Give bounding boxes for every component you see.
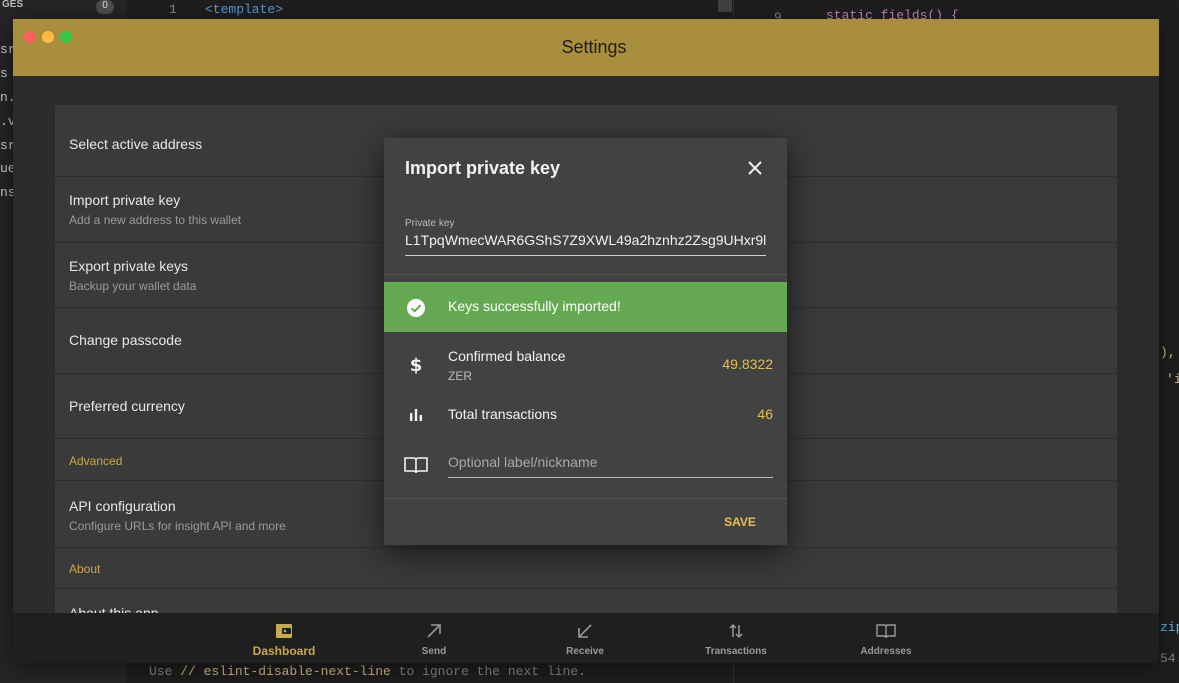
balance-label: Confirmed balance xyxy=(448,348,566,364)
svg-text:$: $ xyxy=(410,355,423,375)
success-banner: Keys successfully imported! xyxy=(384,282,787,332)
nav-dashboard[interactable]: Dashboard xyxy=(229,613,339,663)
divider xyxy=(384,274,787,275)
ide-file[interactable]: ue xyxy=(0,161,14,176)
ide-terminal-line: Use // eslint-disable-next-line to ignor… xyxy=(127,663,733,683)
nav-label: Send xyxy=(421,646,447,657)
ide-code-fragment: 54. xyxy=(1160,651,1179,666)
ide-file[interactable]: ns xyxy=(0,185,14,200)
transactions-row: Total transactions 46 xyxy=(384,396,787,432)
save-button[interactable]: SAVE xyxy=(708,512,772,532)
swap-vertical-icon xyxy=(729,623,743,639)
settings-item-about[interactable]: About this app xyxy=(55,588,1117,613)
ide-code-fragment: 'i xyxy=(1166,372,1179,387)
settings-item-label: About this app xyxy=(69,605,159,613)
nav-label: Receive xyxy=(566,646,604,657)
bottom-navigation: Dashboard Send Receive Transactions Addr… xyxy=(13,613,1159,663)
private-key-input[interactable]: L1TpqWmecWAR6GShS7Z9XWL49a2hznhz2Zsg9UHx… xyxy=(405,232,766,256)
balance-value: 49.8322 xyxy=(722,356,773,372)
private-key-label: Private key xyxy=(405,218,455,229)
bar-chart-icon xyxy=(410,409,422,421)
ide-line-number: 1 xyxy=(169,2,177,17)
balance-currency: ZER xyxy=(448,369,472,383)
import-key-dialog: Import private key Private key L1TpqWmec… xyxy=(384,138,787,545)
section-advanced-header: Advanced xyxy=(69,454,123,468)
nav-addresses[interactable]: Addresses xyxy=(831,613,941,663)
settings-item-sublabel: Add a new address to this wallet xyxy=(69,213,242,227)
settings-item-sublabel: Backup your wallet data xyxy=(69,279,197,293)
book-icon xyxy=(876,624,896,639)
ide-terminal-text: to ignore the next line. xyxy=(390,664,586,679)
transactions-value: 46 xyxy=(757,406,773,422)
check-circle-icon xyxy=(407,299,425,317)
ide-file[interactable]: src xyxy=(0,138,14,153)
window-title: Settings xyxy=(561,37,627,57)
transactions-label: Total transactions xyxy=(448,406,557,422)
settings-item-label: Export private keys xyxy=(69,258,189,274)
close-icon[interactable] xyxy=(743,156,767,180)
nav-label: Dashboard xyxy=(252,644,316,658)
ide-terminal-keyword: // eslint-disable-next-line xyxy=(180,664,391,679)
ide-file[interactable]: .v xyxy=(0,114,14,129)
ide-editor: 1 <template> xyxy=(127,0,733,20)
settings-item-label: Import private key xyxy=(69,192,181,208)
book-icon xyxy=(404,457,428,474)
settings-item-label: Select active address xyxy=(69,136,203,152)
balance-row: $ Confirmed balance ZER 49.8322 xyxy=(384,338,787,392)
ide-scrollbar[interactable] xyxy=(718,0,732,12)
nickname-input[interactable]: Optional label/nickname xyxy=(448,454,773,478)
arrow-up-right-icon xyxy=(427,624,441,638)
dollar-icon: $ xyxy=(410,355,423,375)
ide-file[interactable]: sr xyxy=(0,42,14,57)
arrow-down-left-icon xyxy=(578,624,592,638)
ide-badge: 0 xyxy=(96,0,114,14)
nav-label: Addresses xyxy=(860,646,912,657)
dialog-title: Import private key xyxy=(405,158,561,178)
nav-send[interactable]: Send xyxy=(379,613,489,663)
settings-item-label: Change passcode xyxy=(69,332,182,348)
nav-transactions[interactable]: Transactions xyxy=(681,613,791,663)
divider xyxy=(384,498,787,499)
nav-label: Transactions xyxy=(705,646,767,657)
ide-file[interactable]: s xyxy=(0,66,14,81)
settings-item-label: Preferred currency xyxy=(69,398,185,414)
nav-receive[interactable]: Receive xyxy=(530,613,640,663)
ide-file[interactable]: n.j xyxy=(0,90,14,105)
ide-code-fragment: zip xyxy=(1160,620,1179,635)
ide-terminal-text: Use xyxy=(149,664,181,679)
ide-code-fragment: ), xyxy=(1160,345,1176,360)
titlebar[interactable]: Settings xyxy=(13,19,1159,76)
wallet-icon xyxy=(276,624,292,638)
success-message: Keys successfully imported! xyxy=(448,298,621,314)
settings-item-label: API configuration xyxy=(69,498,176,514)
section-about-header: About xyxy=(69,562,101,576)
settings-item-sublabel: Configure URLs for insight API and more xyxy=(69,519,286,533)
ide-code-line: <template> xyxy=(205,2,284,17)
